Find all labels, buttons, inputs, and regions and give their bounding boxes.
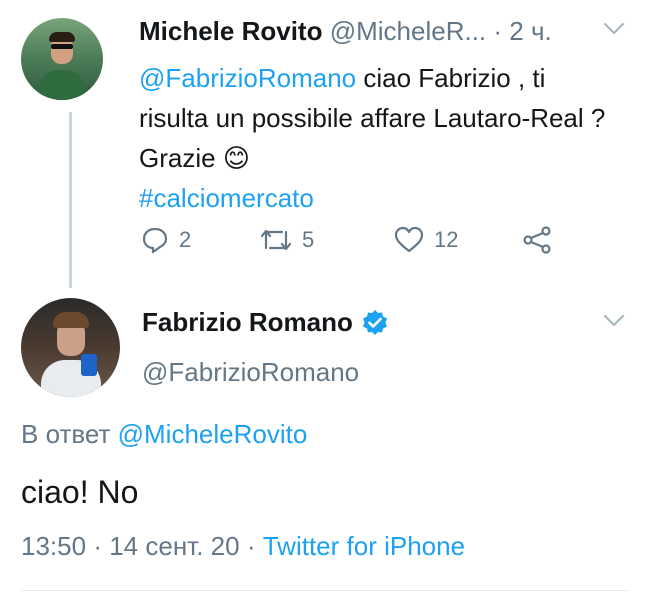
tweet2-time: 13:50 xyxy=(21,531,87,561)
smiling-face-emoji-icon: 😊 xyxy=(222,143,250,173)
avatar-microphone xyxy=(81,354,97,376)
tweet1-mention[interactable]: @FabrizioRomano xyxy=(139,63,356,93)
thread-connector-line xyxy=(69,112,72,288)
share-button[interactable] xyxy=(522,226,552,254)
tweet2-date: 14 сент. 20 xyxy=(109,531,240,561)
divider xyxy=(21,590,630,591)
retweet-count: 5 xyxy=(302,227,315,252)
like-icon xyxy=(394,226,424,254)
avatar-hair xyxy=(53,312,89,328)
reply-count: 2 xyxy=(179,227,192,252)
reply-to-mention[interactable]: @MicheleRovito xyxy=(118,419,308,449)
tweet1-author-name[interactable]: Michele Rovito xyxy=(139,16,322,46)
avatar-hair xyxy=(49,32,75,42)
chevron-down-icon[interactable] xyxy=(603,314,625,333)
tweet2-author-handle[interactable]: @FabrizioRomano xyxy=(142,357,359,388)
tweet1-time-separator: · xyxy=(493,16,503,46)
avatar-glasses xyxy=(51,44,73,49)
share-icon xyxy=(522,226,552,254)
reply-button[interactable]: 2 xyxy=(141,226,191,254)
like-button[interactable]: 12 xyxy=(394,226,458,254)
reply-prefix: В ответ xyxy=(21,419,111,449)
tweet2-source-link[interactable]: Twitter for iPhone xyxy=(263,531,465,561)
retweet-button[interactable]: 5 xyxy=(260,226,314,254)
chevron-down-icon[interactable] xyxy=(603,22,625,41)
avatar-fabrizio-romano[interactable] xyxy=(21,298,120,397)
meta-separator: · xyxy=(246,531,256,561)
tweet2-text: ciao! No xyxy=(21,474,139,510)
tweet1-header: Michele Rovito @MicheleR... · 2 ч. xyxy=(139,16,552,47)
tweet1-time[interactable]: 2 ч. xyxy=(509,16,551,46)
tweet1-author-handle[interactable]: @MicheleR... xyxy=(330,16,486,46)
avatar-michele-rovito[interactable] xyxy=(21,18,103,100)
verified-badge-icon xyxy=(361,309,389,337)
avatar-shirt xyxy=(39,70,85,100)
tweet1-text: @FabrizioRomano ciao Fabrizio , ti risul… xyxy=(139,58,609,218)
tweet2-meta: 13:50 · 14 сент. 20 · Twitter for iPhone xyxy=(21,531,465,562)
meta-separator: · xyxy=(93,531,102,561)
tweet1-action-bar: 2 5 12 xyxy=(0,224,650,260)
tweet1-hashtag[interactable]: #calciomercato xyxy=(139,183,314,213)
tweet2-author-name[interactable]: Fabrizio Romano xyxy=(142,307,353,338)
retweet-icon xyxy=(260,226,292,254)
reply-icon xyxy=(141,226,169,254)
reply-context: В ответ @MicheleRovito xyxy=(21,419,307,450)
like-count: 12 xyxy=(434,227,459,252)
tweet2-author-row: Fabrizio Romano xyxy=(142,307,389,338)
